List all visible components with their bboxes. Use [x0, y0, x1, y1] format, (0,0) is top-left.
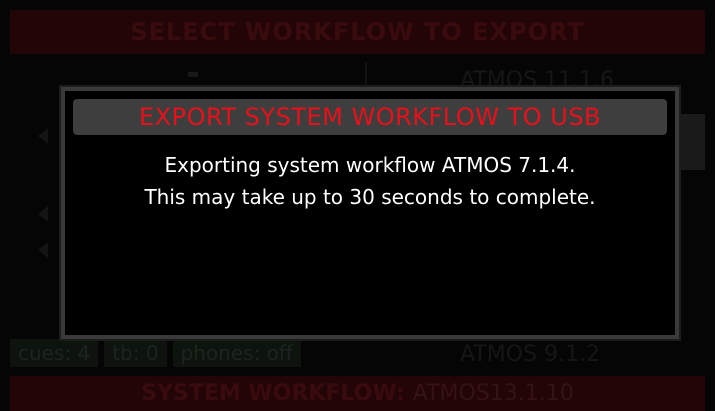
phones-status: phones: off — [172, 339, 301, 367]
dialog-body: Exporting system workflow ATMOS 7.1.4. T… — [73, 149, 667, 213]
device-screen: SELECT WORKFLOW TO EXPORT ATMOS 11.1.6 A… — [0, 0, 715, 411]
speaker-icon — [38, 128, 48, 144]
dialog-title: EXPORT SYSTEM WORKFLOW TO USB — [138, 103, 602, 131]
speaker-icon — [38, 242, 48, 258]
workflow-list-item[interactable]: ATMOS 9.1.2 — [460, 342, 600, 367]
background-title: SELECT WORKFLOW TO EXPORT — [130, 18, 585, 46]
status-row: cues: 4 tb: 0 phones: off — [10, 336, 301, 370]
dialog-header: EXPORT SYSTEM WORKFLOW TO USB — [73, 99, 667, 135]
background-title-bar: SELECT WORKFLOW TO EXPORT — [10, 10, 705, 54]
export-dialog: EXPORT SYSTEM WORKFLOW TO USB Exporting … — [61, 87, 679, 339]
background-side-button[interactable] — [680, 114, 705, 170]
dialog-message-line-2: This may take up to 30 seconds to comple… — [144, 185, 596, 209]
system-workflow-bar: SYSTEM WORKFLOW: ATMOS13.1.10 — [10, 376, 705, 411]
system-workflow-value: ATMOS13.1.10 — [412, 381, 574, 406]
system-workflow-label: SYSTEM WORKFLOW: — [141, 381, 405, 406]
talkback-status: tb: 0 — [104, 339, 167, 367]
dialog-message-line-1: Exporting system workflow ATMOS 7.1.4. — [164, 153, 576, 177]
speaker-icon — [38, 206, 48, 222]
background-indicator — [188, 72, 198, 77]
cues-status: cues: 4 — [10, 339, 99, 367]
